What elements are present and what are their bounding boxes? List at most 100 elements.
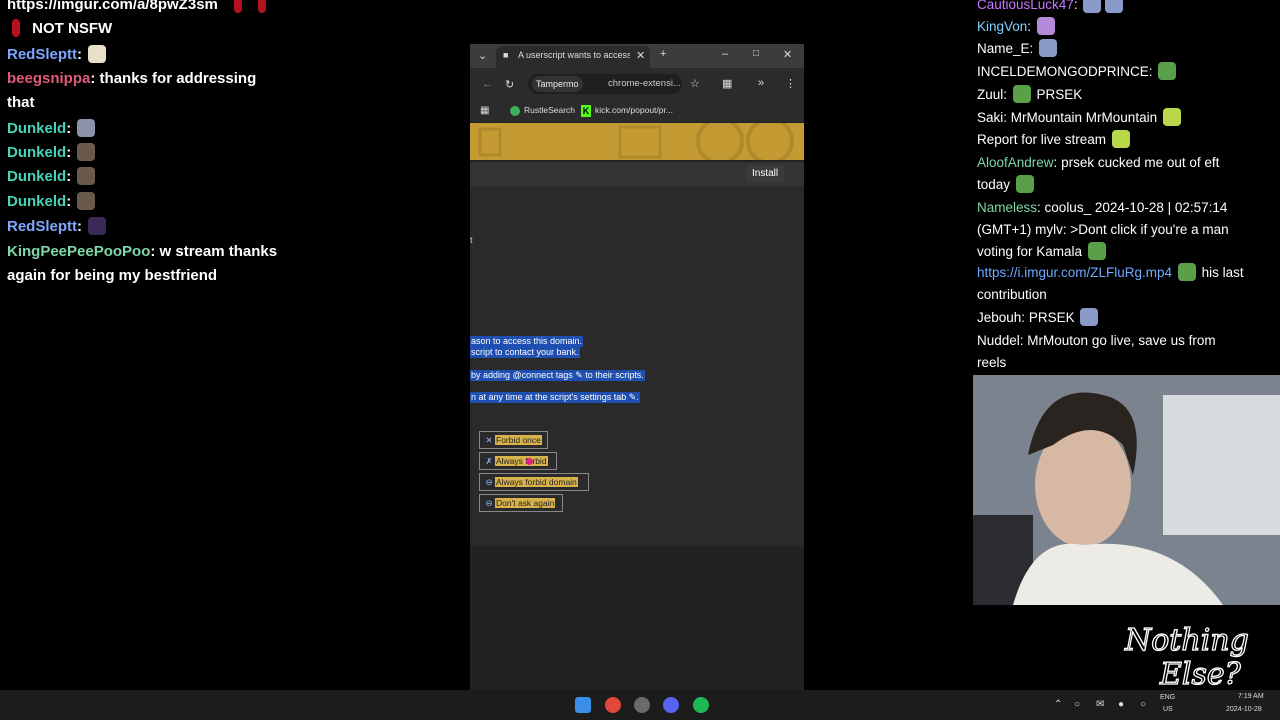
tab-favicon-icon: ■ [503,50,509,60]
install-button[interactable]: Install [746,165,785,183]
chat-message: KingVon: [977,16,1277,38]
chat-text: prsek cucked me out of eft [1061,155,1220,170]
dont-ask-again-button[interactable]: ⊖ Don't ask again [479,494,563,512]
chat-username[interactable]: AloofAndrew [977,155,1054,170]
emote-icon [258,0,267,13]
chat-username[interactable]: beegsnippa [7,70,90,87]
page-text-fragment: t [470,235,473,245]
menu-icon[interactable]: ⋮ [785,77,796,90]
emote-icon [1039,39,1058,57]
clock-time[interactable]: 7:19 AM [1238,693,1264,700]
maximize-icon[interactable]: □ [753,48,759,59]
app-icon[interactable] [634,697,650,713]
always-forbid-button[interactable]: ✗ Always forbid [479,452,557,470]
chat-message: Jebouh: PRSEK [977,307,1277,329]
chat-text: voting for Kamala [977,244,1083,259]
chat-text: w stream thanks [159,243,278,260]
chat-username[interactable]: KingPeePeePooPoo [7,243,150,260]
chat-message: https://imgur.com/a/8pwZ3sm [7,0,268,16]
bookmark-kick[interactable]: kick.com/popout/pr... [595,105,673,115]
chat-username[interactable]: KingVon [977,19,1027,34]
extensions-icon[interactable]: ▦ [722,77,732,90]
forbid-once-button[interactable]: ✕ Forbid once [479,431,548,449]
apps-grid-icon[interactable]: ▦ [480,105,489,116]
tray-mail-icon[interactable]: ✉ [1096,699,1104,710]
tray-app-icon-2[interactable]: ○ [1140,699,1146,710]
always-forbid-domain-button[interactable]: ⊖ Always forbid domain [479,473,589,491]
info-text-settings: n at any time at the script's settings t… [470,392,640,403]
option-label: Always forbid [495,456,548,466]
chat-text: today [977,177,1011,192]
chat-username[interactable]: Jebouh [977,310,1021,325]
chat-text: his last [1201,265,1244,280]
emote-icon [77,192,96,210]
emote-icon [234,0,243,13]
option-label: Don't ask again [495,498,556,508]
clock-date[interactable]: 2024-10-28 [1226,706,1262,713]
chat-link[interactable]: https://i.imgur.com/ZLFluRg.mp4 [977,265,1172,280]
chat-username[interactable]: RedSleptt [7,46,77,63]
left-chat-panel: https://imgur.com/a/8pwZ3sm NOT NSFW Red… [0,0,460,690]
chat-message: Dunkeld: [7,142,97,164]
spotify-icon[interactable] [693,697,709,713]
reload-icon[interactable]: ↻ [505,78,514,91]
mouse-cursor-dot [526,458,533,465]
chat-username[interactable]: INCELDEMONGODPRINCE [977,64,1149,79]
chat-username[interactable]: Dunkeld [7,193,66,210]
webcam-image [973,375,1280,605]
chat-text: MrMountain MrMountain [1010,110,1158,125]
omnibox-url: chrome-extensi... [608,78,681,89]
chat-message: voting for Kamala [977,241,1277,263]
tab-title: A userscript wants to access a c [518,50,630,60]
minus-circle-icon: ⊖ [485,477,493,487]
chat-username[interactable]: Dunkeld [7,120,66,137]
script-header-bar: Install [470,162,804,186]
chat-message: Dunkeld: [7,166,97,188]
windows-start-icon[interactable] [575,697,591,713]
chat-username[interactable]: Dunkeld [7,168,66,185]
microphone-icon[interactable]: ● [1118,699,1124,710]
chat-message: that [7,92,35,114]
chat-message: CautiousLuck47: [977,0,1277,16]
chat-text: that [7,94,35,111]
tab-close-icon[interactable]: ✕ [636,49,645,62]
chat-message: Dunkeld: [7,118,97,140]
title-bar: ⌄ ■ A userscript wants to access a c ✕ +… [470,44,804,68]
chat-message: Zuul: PRSEK [977,85,1083,103]
discord-icon[interactable] [663,697,679,713]
chat-text: reels [977,355,1007,370]
option-label: Always forbid domain [495,477,578,487]
tray-overflow-icon[interactable]: ⌃ [1054,699,1062,710]
chat-username[interactable]: RedSleptt [7,218,77,235]
close-window-icon[interactable]: ✕ [783,48,792,61]
tray-app-icon[interactable]: ○ [1074,699,1080,710]
language-label[interactable]: ENG [1160,694,1175,701]
chat-username[interactable]: Nameless [977,200,1037,215]
emote-icon [1036,17,1055,35]
chat-username[interactable]: Zuul [977,87,1003,102]
chat-message: contribution [977,284,1277,306]
new-tab-icon[interactable]: + [660,48,666,60]
chat-username[interactable]: Name_E [977,41,1030,56]
chat-username[interactable]: CautiousLuck47 [977,0,1074,12]
chat-message: Dunkeld: [7,191,97,213]
omnibox[interactable]: Tampermo chrome-extensi... [528,74,682,94]
emote-icon [1105,0,1124,13]
chat-username[interactable]: Saki [977,110,1003,125]
emote-icon [1015,175,1034,193]
bookmarks-bar: ▦ RustleSearch K kick.com/popout/pr... [470,102,804,122]
bookmark-star-icon[interactable]: ☆ [690,77,700,90]
chat-username[interactable]: Dunkeld [7,144,66,161]
more-tabs-icon[interactable]: » [758,77,764,89]
tab-userscript[interactable]: ■ A userscript wants to access a c ✕ [496,46,650,68]
permission-page: t ason to access this domain. script to … [470,186,804,546]
back-icon[interactable]: ← [482,78,493,90]
chat-message: again for being my bestfriend [7,265,217,287]
emote-icon [1087,242,1106,260]
minimize-icon[interactable]: – [722,48,728,60]
tab-search-icon[interactable]: ⌄ [478,49,487,62]
chat-username[interactable]: Nuddel [977,333,1020,348]
chat-link[interactable]: https://imgur.com/a/8pwZ3sm [7,0,218,13]
bookmark-rustlesearch[interactable]: RustleSearch [524,105,575,115]
chrome-icon[interactable] [605,697,621,713]
